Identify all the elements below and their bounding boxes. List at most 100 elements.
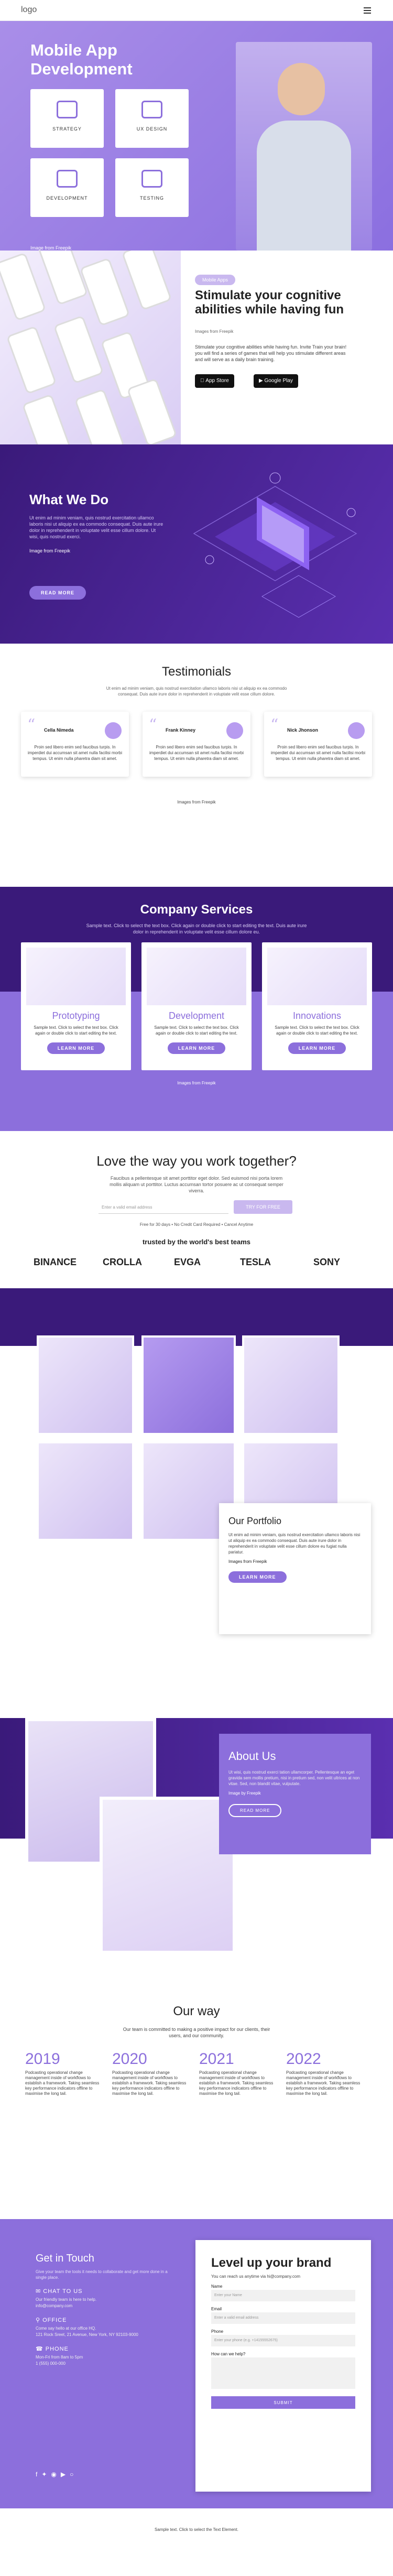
service-card-prototyping: Prototyping Sample text. Click to select…: [21, 942, 131, 1070]
office-text: Come say hello at our office HQ.: [36, 2326, 96, 2331]
hero-person-image: [236, 42, 372, 251]
submit-button[interactable]: SUBMIT: [211, 2396, 355, 2409]
year-text: Podcasting operational change management…: [112, 2070, 187, 2096]
learn-more-button[interactable]: LEARN MORE: [47, 1042, 105, 1054]
services-title: Company Services: [140, 903, 253, 917]
service-title: Prototyping: [52, 1010, 100, 1021]
ux-design-icon: [141, 101, 162, 118]
learn-more-button[interactable]: LEARN MORE: [228, 1571, 287, 1583]
footer-text: Sample text. Click to select the Text El…: [155, 2527, 238, 2532]
office-label: ⚲ OFFICE: [36, 2317, 177, 2323]
google-play-button[interactable]: ▶ Google Play: [254, 374, 298, 388]
testimonial-name: Nick Jhonson: [287, 727, 319, 733]
love-section: Love the way you work together? Faucibus…: [0, 1131, 393, 1288]
testimonial-card: “ Cella Nimeda Proin sed libero enim sed…: [21, 712, 129, 777]
portfolio-image: [242, 1335, 340, 1435]
play-icon: ▶: [259, 378, 265, 384]
portfolio-card: Our Portfolio Ut enim ad minim veniam, q…: [219, 1503, 371, 1634]
about-section: About Us Ut wisi, quis nostrud exerci ta…: [0, 1718, 393, 1970]
about-text: Ut wisi, quis nostrud exerci tation ulla…: [228, 1770, 360, 1786]
quote-icon: “: [270, 716, 279, 734]
brand-logo-tesla: TESLA: [240, 1257, 271, 1267]
services-section: Company Services Sample text. Click to s…: [0, 887, 393, 1131]
service-title: Development: [168, 1010, 225, 1021]
phone-label-text: PHONE: [45, 2346, 69, 2352]
contact-section: Get in Touch Give your team the tools it…: [0, 2219, 393, 2508]
service-text: Sample text. Click to select the text bo…: [275, 1025, 359, 1036]
what-we-do-text: Ut enim ad minim veniam, quis nostrud ex…: [29, 515, 163, 539]
love-lead: Faucibus a pellentesque sit amet porttit…: [110, 1176, 283, 1193]
email-field[interactable]: Enter a valid email address: [211, 2312, 355, 2324]
portfolio-image: [141, 1335, 236, 1435]
service-title: Innovations: [292, 1010, 342, 1021]
brand-logo-evga: EVGA: [174, 1257, 201, 1267]
avatar: [105, 722, 122, 739]
about-card: About Us Ut wisi, quis nostrud exerci ta…: [219, 1734, 371, 1854]
office-label-text: OFFICE: [42, 2317, 67, 2323]
stimulate-section: Mobile Apps Stimulate your cognitive abi…: [0, 251, 393, 444]
service-image: [267, 948, 367, 1005]
services-lead: Sample text. Click to select the text bo…: [86, 923, 307, 934]
phone-label: ☎ PHONE: [36, 2345, 177, 2352]
year-label: 2021: [199, 2050, 234, 2068]
testimonials-section: Testimonials Ut enim ad minim veniam, qu…: [0, 644, 393, 887]
read-more-button[interactable]: READ MORE: [228, 1804, 282, 1817]
portfolio-image: [37, 1335, 134, 1435]
mobile-apps-tag: Mobile Apps: [195, 275, 236, 285]
service-card-innovations: Innovations Sample text. Click to select…: [262, 942, 372, 1070]
service-text: Sample text. Click to select the text bo…: [34, 1025, 118, 1036]
hero-card-ux-design: UX DESIGN: [115, 89, 189, 148]
service-text: Sample text. Click to select the text bo…: [154, 1025, 239, 1036]
email-input[interactable]: Enter a valid email address: [99, 1200, 228, 1214]
site-footer: Sample text. Click to select the Text El…: [0, 2508, 393, 2553]
app-store-button[interactable]:  App Store: [195, 374, 234, 388]
hero-card-development: DEVELOPMENT: [30, 158, 104, 217]
read-more-button[interactable]: READ MORE: [29, 586, 86, 600]
hero-title: Mobile App Development: [30, 41, 133, 78]
hero-section: Mobile App Development STRATEGY UX DESIG…: [0, 21, 393, 251]
about-title: About Us: [228, 1749, 276, 1763]
message-field[interactable]: [211, 2357, 355, 2389]
stimulate-credit: Images from Freepik: [195, 329, 234, 334]
our-way-lead: Our team is committed to making a positi…: [123, 2027, 270, 2038]
testimonial-name: Frank Kinney: [166, 727, 196, 733]
testimonial-text: Proin sed libero enim sed faucibus turpi…: [27, 745, 123, 761]
brand-logo-crolla: CROLLA: [103, 1257, 142, 1267]
apple-icon: : [200, 378, 205, 384]
portfolio-text: Ut enim ad minim veniam, quis nostrud ex…: [228, 1532, 361, 1555]
stimulate-text: Stimulate your cognitive abilities while…: [195, 344, 347, 362]
hamburger-icon[interactable]: [364, 7, 371, 15]
contact-info: Get in Touch Give your team the tools it…: [21, 2240, 192, 2492]
brand-logo-sony: SONY: [313, 1257, 341, 1267]
hero-card-strategy: STRATEGY: [30, 89, 104, 148]
year-item: 2020 Podcasting operational change manage…: [112, 2050, 191, 2096]
brand-logo-binance: BINANCE: [34, 1257, 77, 1267]
phone-text: Mon-Fri from 8am to 5pm: [36, 2355, 83, 2360]
email-label: Email: [211, 2307, 222, 2311]
logo[interactable]: logo: [21, 5, 37, 15]
portfolio-credit: Images from Freepik: [228, 1559, 267, 1564]
phone-field[interactable]: Enter your phone (e.g. +14155552675): [211, 2335, 355, 2346]
avatar: [348, 722, 365, 739]
learn-more-button[interactable]: LEARN MORE: [167, 1042, 226, 1054]
contact-title: Get in Touch: [36, 2253, 94, 2264]
testimonial-card: “ Frank Kinney Proin sed libero enim sed…: [143, 712, 250, 777]
chat-label-text: CHAT TO US: [43, 2288, 83, 2295]
portfolio-section: Our Portfolio Ut enim ad minim veniam, q…: [0, 1288, 393, 1718]
social-icons[interactable]: f✦◉▶○: [36, 2471, 78, 2478]
service-image: [26, 948, 126, 1005]
name-field[interactable]: Enter your Name: [211, 2290, 355, 2301]
form-title: Level up your brand: [211, 2256, 332, 2270]
quote-icon: “: [27, 716, 36, 734]
try-for-free-button[interactable]: TRY FOR FREE: [234, 1200, 292, 1214]
chat-email[interactable]: info@company.com: [36, 2303, 177, 2309]
our-way-section: Our way Our team is committed to making …: [0, 1970, 393, 2219]
learn-more-button[interactable]: LEARN MORE: [288, 1042, 346, 1054]
hero-card-label: UX DESIGN: [136, 126, 168, 132]
contact-desc: Give your team the tools it needs to col…: [36, 2269, 168, 2280]
hero-card-testing: TESTING: [115, 158, 189, 217]
office-address: 121 Rock Sreet, 21 Avenue, New York, NY …: [36, 2332, 138, 2337]
phone-number[interactable]: 1 (555) 000-000: [36, 2361, 177, 2367]
hero-card-label: DEVELOPMENT: [46, 195, 88, 201]
stimulate-title: Stimulate your cognitive abilities while…: [195, 288, 344, 317]
